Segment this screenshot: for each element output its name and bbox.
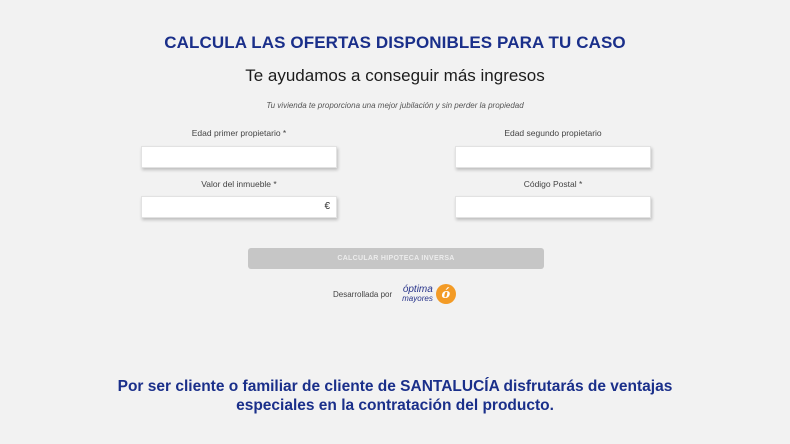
edad-segundo-label: Edad segundo propietario <box>504 128 602 138</box>
edad-primer-label: Edad primer propietario * <box>191 128 287 138</box>
codigo-postal-input[interactable] <box>456 197 650 218</box>
page-title: CALCULA LAS OFERTAS DISPONIBLES PARA TU … <box>164 33 626 52</box>
valor-inmueble-label: Valor del inmueble * <box>201 179 277 189</box>
valor-inmueble-input[interactable] <box>142 197 336 218</box>
edad-primer-input[interactable] <box>142 147 336 168</box>
edad-segundo-field-wrapper <box>455 146 651 168</box>
page: CALCULA LAS OFERTAS DISPONIBLES PARA TU … <box>0 0 790 444</box>
edad-primer-field-wrapper <box>141 146 337 168</box>
promo-text: Por ser cliente o familiar de cliente de… <box>117 378 673 414</box>
euro-suffix: € <box>324 201 330 212</box>
valor-inmueble-field-wrapper: € <box>141 196 337 218</box>
calcular-hipoteca-button[interactable]: CALCULAR HIPOTECA INVERSA <box>248 248 544 269</box>
logo-bottom-text: mayores <box>402 294 433 303</box>
tagline: Tu vivienda te proporciona una mejor jub… <box>266 101 524 110</box>
codigo-postal-field-wrapper <box>455 196 651 218</box>
logo-text: óptima mayores <box>402 284 433 304</box>
logo-badge-icon: ó <box>435 284 456 304</box>
edad-segundo-input[interactable] <box>456 147 650 168</box>
optima-mayores-logo[interactable]: óptima mayores ó <box>402 284 456 304</box>
page-subtitle: Te ayudamos a conseguir más ingresos <box>245 66 545 85</box>
codigo-postal-label: Código Postal * <box>523 179 583 189</box>
logo-top-text: óptima <box>402 284 433 295</box>
developer-credit: Desarrollada por óptima mayores ó <box>333 283 456 305</box>
developer-label: Desarrollada por <box>333 289 393 299</box>
